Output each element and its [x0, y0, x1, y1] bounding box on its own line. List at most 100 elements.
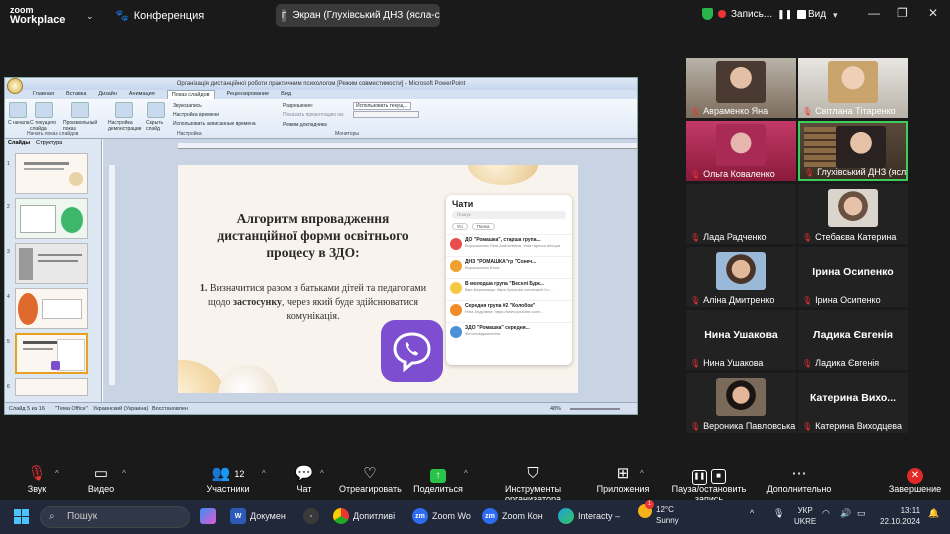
- video-button[interactable]: ▭ Видео: [84, 464, 118, 494]
- outline-tab[interactable]: Структура: [36, 139, 62, 147]
- thumb-number: 2: [7, 204, 10, 210]
- participant-tile[interactable]: Ірина Осипенко 🎙 Ірина Осипенко: [798, 247, 908, 307]
- participant-tile[interactable]: 🎙 Аліна Дмитренко: [686, 247, 796, 307]
- more-button[interactable]: ⋯ Дополнительно: [766, 464, 832, 494]
- screen-share-pill[interactable]: Г Экран (Глухівський ДНЗ (ясла-с... ⊙: [276, 4, 440, 27]
- restore-icon[interactable]: ❐: [897, 6, 908, 20]
- minimize-icon[interactable]: —: [868, 6, 880, 20]
- conference-menu[interactable]: 🐾 Конференция: [115, 9, 204, 23]
- participants-icon: 👥 12: [211, 465, 245, 482]
- setup-label: Настройка демонстрации: [108, 120, 142, 132]
- chat-button[interactable]: 💬 Чат: [292, 464, 316, 494]
- start-from-current-button[interactable]: [35, 102, 53, 118]
- viber-logo-icon: [381, 320, 443, 382]
- apps-caret-icon[interactable]: ^: [640, 469, 644, 478]
- audio-caret-icon[interactable]: ^: [55, 469, 59, 478]
- react-button[interactable]: ♡ Отреагировать: [339, 464, 402, 494]
- stop-icon[interactable]: [797, 9, 807, 19]
- participant-tile[interactable]: 🎙 Ольга Коваленко: [686, 121, 796, 181]
- taskbar-chrome[interactable]: Допитливі: [333, 508, 395, 524]
- slide-thumbnail[interactable]: [15, 378, 88, 396]
- windows-start-icon[interactable]: [14, 509, 29, 524]
- participant-tile[interactable]: Нина Ушакова 🎙 Нина Ушакова: [686, 310, 796, 370]
- taskbar-zoom-workplace[interactable]: zm Zoom Wo: [412, 508, 471, 524]
- participant-tile[interactable]: Ладика Євгенія 🎙 Ладика Євгенія: [798, 310, 908, 370]
- resolution-select[interactable]: Использовать текущ...: [353, 102, 411, 110]
- chat-row: Середня група #2 "Колобок" Ніна Андріївна…: [446, 300, 572, 322]
- slide-thumbnail[interactable]: [15, 243, 88, 284]
- volume-icon[interactable]: 🔊: [840, 508, 851, 519]
- ribbon-tab[interactable]: Анимация: [129, 90, 155, 99]
- pause-stop-recording-button[interactable]: ❚❚ ■ Пауза/остановить запись: [658, 464, 760, 504]
- show-on-label: Показать презентацию на:: [283, 112, 345, 118]
- use-timing-option[interactable]: Использовать записанные времена: [173, 121, 256, 127]
- slide-thumbnail-selected[interactable]: [15, 333, 88, 374]
- ribbon-tab[interactable]: Вставка: [66, 90, 86, 99]
- wifi-icon[interactable]: ◠: [822, 508, 830, 519]
- custom-show-button[interactable]: [71, 102, 89, 118]
- taskbar-app-icon[interactable]: ◦: [303, 508, 319, 524]
- office-button-icon[interactable]: [7, 78, 23, 94]
- participant-tile[interactable]: 🎙 Стебаєва Катерина: [798, 184, 908, 244]
- ribbon-tab[interactable]: Главная: [33, 90, 54, 99]
- chat-row: ДО "Ромашка", старша група... Ворошилова …: [446, 234, 572, 256]
- viber-chats-screenshot: Чати Пошук Усі Папка ДО "Ромашка", старш…: [446, 195, 572, 365]
- word-icon: W: [230, 508, 246, 524]
- language-indicator[interactable]: УКР UKRE: [794, 505, 816, 527]
- taskbar-zoom-conference[interactable]: zm Zoom Кон: [482, 508, 543, 524]
- slide-thumbnail[interactable]: [15, 153, 88, 194]
- pause-icon[interactable]: ❚❚: [777, 9, 792, 20]
- participants-caret-icon[interactable]: ^: [262, 469, 266, 478]
- chat-caret-icon[interactable]: ^: [320, 469, 324, 478]
- ribbon-tab[interactable]: Вид: [281, 90, 291, 99]
- taskbar-search[interactable]: ⌕ Пошук: [40, 506, 190, 528]
- record-option[interactable]: Звукозапись: [173, 103, 202, 109]
- participant-tile[interactable]: Катерина Вихо... 🎙 Катерина Виходцева: [798, 373, 908, 433]
- taskbar-edge[interactable]: Interacty –: [558, 508, 620, 524]
- close-icon[interactable]: ✕: [928, 6, 938, 20]
- participant-tile[interactable]: 🎙 Авраменко Яна: [686, 58, 796, 118]
- recording-indicator[interactable]: Запись... ❚❚: [702, 8, 807, 20]
- video-caret-icon[interactable]: ^: [122, 469, 126, 478]
- slide-thumbnail[interactable]: [15, 198, 88, 239]
- hide-slide-button[interactable]: [147, 102, 165, 118]
- end-button[interactable]: ✕ Завершение: [888, 464, 942, 494]
- show-on-select[interactable]: [353, 111, 419, 118]
- current-slide[interactable]: Алгоритм впровадження дистанційної форми…: [178, 165, 578, 393]
- view-menu[interactable]: Вид: [808, 9, 826, 20]
- zoom-slider[interactable]: [570, 408, 620, 410]
- ribbon-tab[interactable]: Рецензирование: [227, 90, 269, 99]
- participant-name: 🎙 Ольга Коваленко: [690, 169, 775, 179]
- notifications-icon[interactable]: 🔔: [928, 508, 939, 519]
- chevron-down-icon[interactable]: ⌄: [86, 11, 94, 22]
- battery-icon[interactable]: ▭: [857, 508, 866, 519]
- ribbon-tab[interactable]: Дизайн: [98, 90, 117, 99]
- start-from-beginning-button[interactable]: [9, 102, 27, 118]
- share-label-btn: Поделиться: [413, 484, 463, 494]
- host-tools-button[interactable]: ⛉ Инструменты организатора: [477, 464, 589, 504]
- timing-option[interactable]: Настройка времени: [173, 112, 219, 118]
- ribbon: С начала С текущего слайда Произвольный …: [5, 99, 637, 139]
- apps-label: Приложения: [596, 484, 650, 494]
- tray-chevron-icon[interactable]: ^: [750, 508, 754, 518]
- share-button[interactable]: ↑ Поделиться: [413, 464, 463, 494]
- participant-tile[interactable]: 🎙 Лада Радченко: [686, 184, 796, 244]
- audio-button[interactable]: 🎙 Звук: [22, 464, 52, 494]
- microphone-tray-icon[interactable]: 🎙: [773, 508, 784, 519]
- participant-tile[interactable]: 🎙 Світлана Тітаренко: [798, 58, 908, 118]
- chat-avatar: [450, 326, 462, 338]
- presenter-mode-option[interactable]: Режим докладчика: [283, 122, 327, 128]
- slides-tab[interactable]: Слайды: [8, 139, 30, 147]
- participant-tile[interactable]: 🎙 Вероника Павловська: [686, 373, 796, 433]
- setup-show-button[interactable]: [115, 102, 133, 118]
- taskbar-word[interactable]: W Докумен: [230, 508, 286, 524]
- share-caret-icon[interactable]: ^: [464, 469, 468, 478]
- slide-thumbnail[interactable]: [15, 288, 88, 329]
- status-zoom[interactable]: 48%: [550, 403, 561, 414]
- participant-tile-active-speaker[interactable]: 🎙Глухівський ДНЗ (ясла-с...: [798, 121, 908, 181]
- weather-widget[interactable]: 1 12°C Sunny: [638, 500, 679, 526]
- copilot-icon[interactable]: [200, 508, 216, 524]
- participants-button[interactable]: 👥 12 Участники: [203, 464, 253, 494]
- ribbon-tab-active[interactable]: Показ слайдов: [166, 90, 215, 99]
- clock[interactable]: 13:11 22.10.2024: [880, 505, 920, 527]
